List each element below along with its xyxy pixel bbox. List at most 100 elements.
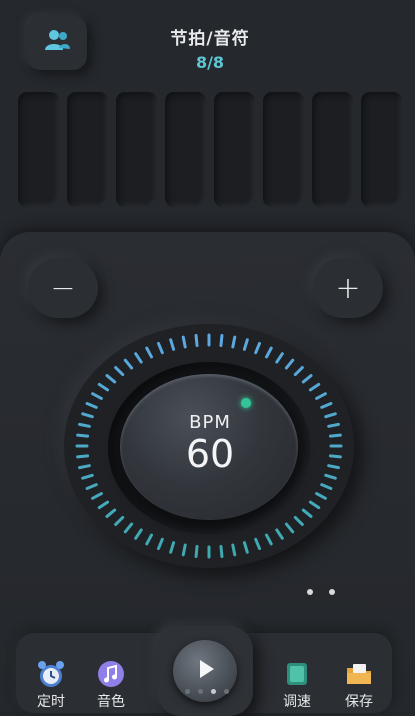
dial-tick (97, 382, 110, 392)
dial-tick (301, 508, 313, 518)
dial-tick (169, 541, 176, 554)
tempo-label: 调速 (283, 694, 311, 710)
dial-tick (194, 334, 199, 347)
bpm-value: 60 (185, 432, 235, 476)
dial-tick (275, 528, 284, 540)
beat-count: 8/8 (195, 53, 225, 72)
tempo-button[interactable]: 调速 (272, 660, 322, 711)
save-button[interactable]: 保存 (334, 660, 384, 711)
dial-tick (76, 454, 90, 459)
dial-tick (78, 464, 91, 470)
beat-bar[interactable] (361, 92, 402, 207)
dial-tick (78, 422, 91, 428)
dial-tick (231, 335, 237, 349)
dial-tick (91, 392, 103, 400)
dial-tick (242, 338, 249, 351)
dial-tick (145, 533, 153, 546)
increase-bpm-button[interactable]: + (313, 258, 383, 318)
dial-tick (308, 500, 321, 510)
dial-tick (328, 433, 342, 438)
dial-tick (254, 341, 262, 355)
dial-tick (85, 402, 98, 409)
dial-tick (284, 358, 295, 370)
dial-tick (156, 537, 164, 551)
dial-tick (134, 528, 143, 540)
timer-label: 定时 (37, 694, 65, 710)
dial-tick (169, 338, 176, 351)
dial-tick (91, 492, 103, 500)
dial-tick (181, 335, 187, 349)
dial-tick (308, 382, 321, 392)
sound-label: 音色 (97, 694, 125, 710)
dial-tick (105, 508, 117, 518)
dial-tick (327, 422, 340, 428)
dial-tick (81, 473, 94, 480)
dial-tick (156, 341, 164, 355)
bpm-label: BPM (189, 412, 231, 433)
carousel-dot (185, 689, 190, 694)
header: 节拍/音符 8/8 (120, 24, 300, 72)
minus-icon: − (50, 270, 76, 306)
dial-tick (134, 352, 143, 364)
page-indicator-dot[interactable] (329, 589, 335, 595)
dial-tick (315, 492, 327, 500)
page-title: 节拍/音符 (170, 29, 250, 49)
carousel-dot (198, 689, 203, 694)
dial-tick (320, 483, 333, 490)
timer-button[interactable]: 定时 (26, 660, 76, 711)
beat-bar[interactable] (214, 92, 255, 207)
dial-tick (293, 515, 304, 526)
plus-icon: + (335, 270, 361, 306)
beat-bar[interactable] (67, 92, 108, 207)
dial-tick (123, 358, 134, 370)
sound-button[interactable]: 音色 (86, 660, 136, 711)
beat-bar[interactable] (116, 92, 157, 207)
folder-icon (344, 660, 374, 688)
beat-bars (18, 92, 415, 209)
dial-tick (219, 334, 224, 347)
dial-tick (97, 500, 110, 510)
dial-tick (327, 464, 340, 470)
dial-tick (242, 541, 249, 554)
beat-bar[interactable] (263, 92, 304, 207)
music-note-icon (96, 660, 126, 688)
tempo-icon (282, 660, 312, 688)
beat-bar[interactable] (312, 92, 353, 207)
dial-tick (114, 515, 125, 526)
dial-tick (181, 543, 187, 557)
dial-tick (315, 392, 327, 400)
dial-tick (320, 402, 333, 409)
page-indicator-dot[interactable] (307, 589, 313, 595)
dial-tick (324, 473, 337, 480)
dial-tick (254, 537, 262, 551)
alarm-clock-icon (36, 660, 66, 688)
carousel-dot (211, 689, 216, 694)
dial-tick (265, 346, 273, 359)
dial-tick (194, 545, 199, 558)
users-button[interactable] (27, 16, 87, 70)
dial-tick (275, 352, 284, 364)
dial-tick (328, 454, 342, 459)
dial-tick (85, 483, 98, 490)
dial-tick (76, 433, 90, 438)
dial-tick (81, 412, 94, 419)
dial-tick (145, 346, 153, 359)
dial-tick (324, 412, 337, 419)
dial-tick (293, 366, 304, 377)
play-icon (190, 654, 220, 688)
decrease-bpm-button[interactable]: − (28, 258, 98, 318)
dial-tick (301, 374, 313, 384)
save-label: 保存 (345, 694, 373, 710)
carousel-dot (224, 689, 229, 694)
knob-indicator-led (241, 398, 251, 408)
dial-tick (284, 522, 295, 534)
beat-bar[interactable] (18, 92, 59, 207)
dial-tick (231, 543, 237, 557)
dial-tick (114, 366, 125, 377)
dial-tick (123, 522, 134, 534)
beat-bar[interactable] (165, 92, 206, 207)
dial-tick (219, 545, 224, 558)
dial-tick (265, 533, 273, 546)
dial-tick (105, 374, 117, 384)
users-icon (42, 28, 72, 58)
